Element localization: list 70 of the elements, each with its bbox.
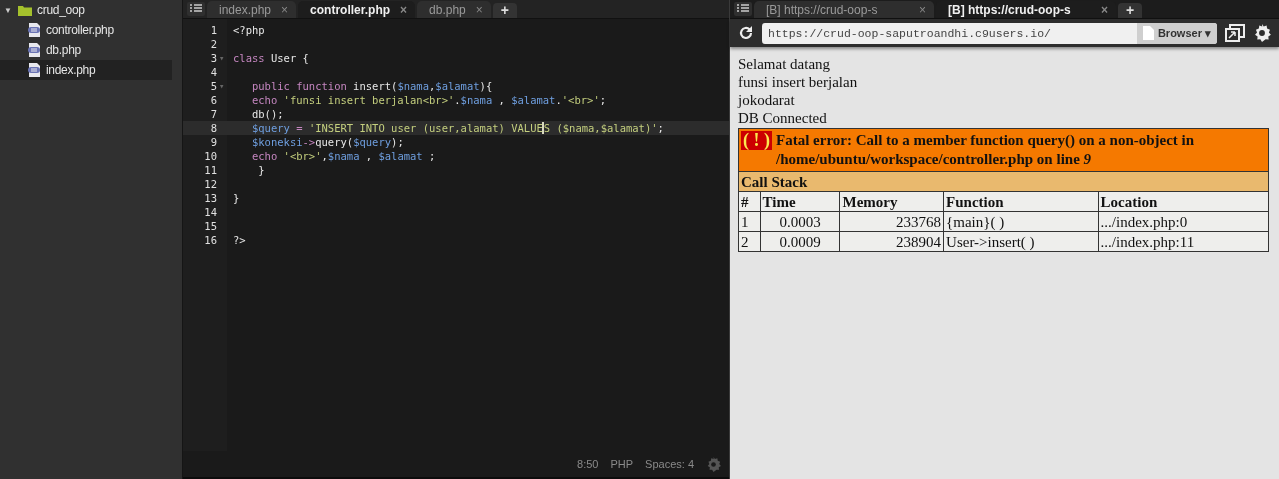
code-line: echo 'funsi insert berjalan<br>'.$nama , $alamat.'<br>'; (250, 94, 607, 106)
code-line: $koneksi->query($query); (250, 136, 404, 148)
code-line: class User { (233, 52, 309, 64)
line-number: 13 (203, 192, 217, 204)
call-stack-title: Call Stack (738, 171, 1269, 192)
output-text: jokodarat (738, 91, 796, 109)
table-cell: 1 (738, 211, 761, 232)
code-line: ?> (233, 234, 246, 246)
line-number: 5 (209, 80, 217, 92)
popout-icon[interactable] (1225, 24, 1245, 42)
column-header: # (738, 191, 761, 212)
close-tab-button[interactable]: × (1101, 2, 1108, 17)
menu-icon[interactable] (190, 4, 202, 14)
tab[interactable]: db.php × (417, 1, 491, 18)
file-tree-item[interactable]: db.php (0, 40, 172, 60)
settings-icon[interactable] (1253, 24, 1271, 42)
line-number: 8 (209, 122, 217, 134)
menu-icon[interactable] (737, 4, 749, 14)
new-tab-button[interactable]: + (1118, 3, 1143, 18)
fold-arrow-icon[interactable]: ▾ (219, 81, 225, 91)
output-text: DB Connected (738, 109, 828, 127)
file-tree-item[interactable]: ▼ crud_oop (0, 0, 172, 20)
file-tree-item[interactable]: index.php (0, 60, 172, 80)
code-line: <?php (233, 24, 265, 36)
line-number: 15 (203, 220, 217, 232)
warning-icon: ( ! ) (741, 131, 772, 150)
indent-setting[interactable]: Spaces: 4 (645, 458, 694, 470)
table-cell: 2 (738, 231, 761, 252)
file-icon (1142, 26, 1154, 40)
folder-icon (18, 4, 32, 16)
new-tab-button[interactable]: + (492, 3, 517, 18)
line-number: 9 (209, 136, 217, 148)
line-number: 3 (209, 52, 217, 64)
fold-arrow-icon[interactable]: ▾ (219, 53, 225, 63)
line-number: 4 (209, 66, 217, 78)
close-tab-button[interactable]: × (919, 2, 926, 17)
close-tab-button[interactable]: × (475, 2, 483, 17)
line-number: 6 (209, 94, 217, 106)
tab[interactable]: controller.php × (298, 1, 416, 18)
line-number: 2 (209, 38, 217, 50)
output-text: funsi insert berjalan (738, 73, 859, 91)
code-line: } (257, 164, 265, 176)
error-message: Fatal error: Call to a member function query() on a non-object in /home/ubuntu/workspace/controller.php on line 9 (776, 131, 1196, 169)
line-number: 12 (203, 178, 217, 190)
file-tree-item[interactable]: controller.php (0, 20, 172, 40)
line-number: 16 (203, 234, 217, 246)
line-number: 14 (203, 206, 217, 218)
code-line: db(); (250, 108, 284, 120)
php-file-icon (28, 23, 41, 37)
browser-mode-dropdown[interactable]: Browser ▾ (1136, 22, 1217, 44)
php-file-icon (28, 63, 41, 77)
output-text: Selamat datang (738, 55, 832, 73)
php-file-icon (28, 43, 41, 57)
line-number: 10 (203, 150, 217, 162)
reload-icon[interactable] (738, 25, 754, 41)
line-number: 11 (203, 164, 217, 176)
tab[interactable]: [B] https://crud-oop-s × (754, 1, 934, 18)
code-line: public function insert($nama,$alamat){ (250, 80, 493, 92)
address-field[interactable]: https://crud-oop-saputroandhi.c9users.io/ Browser ▾ (762, 22, 1217, 44)
code-line: echo '<br>',$nama , $alamat ; (250, 150, 436, 162)
code-line: $query = 'INSERT INTO user (user,alamat) VALUES ($nama,$alamat)'; (250, 122, 664, 134)
code-line: } (233, 192, 240, 204)
language-mode[interactable]: PHP (610, 458, 634, 470)
tab[interactable]: index.php × (207, 1, 297, 18)
line-number: 1 (209, 24, 217, 36)
close-tab-button[interactable]: × (400, 2, 408, 17)
expanded-arrow-icon[interactable]: ▼ (4, 5, 13, 15)
line-number: 7 (209, 108, 217, 120)
close-tab-button[interactable]: × (281, 2, 289, 17)
cursor-position[interactable]: 8:50 (577, 458, 599, 470)
